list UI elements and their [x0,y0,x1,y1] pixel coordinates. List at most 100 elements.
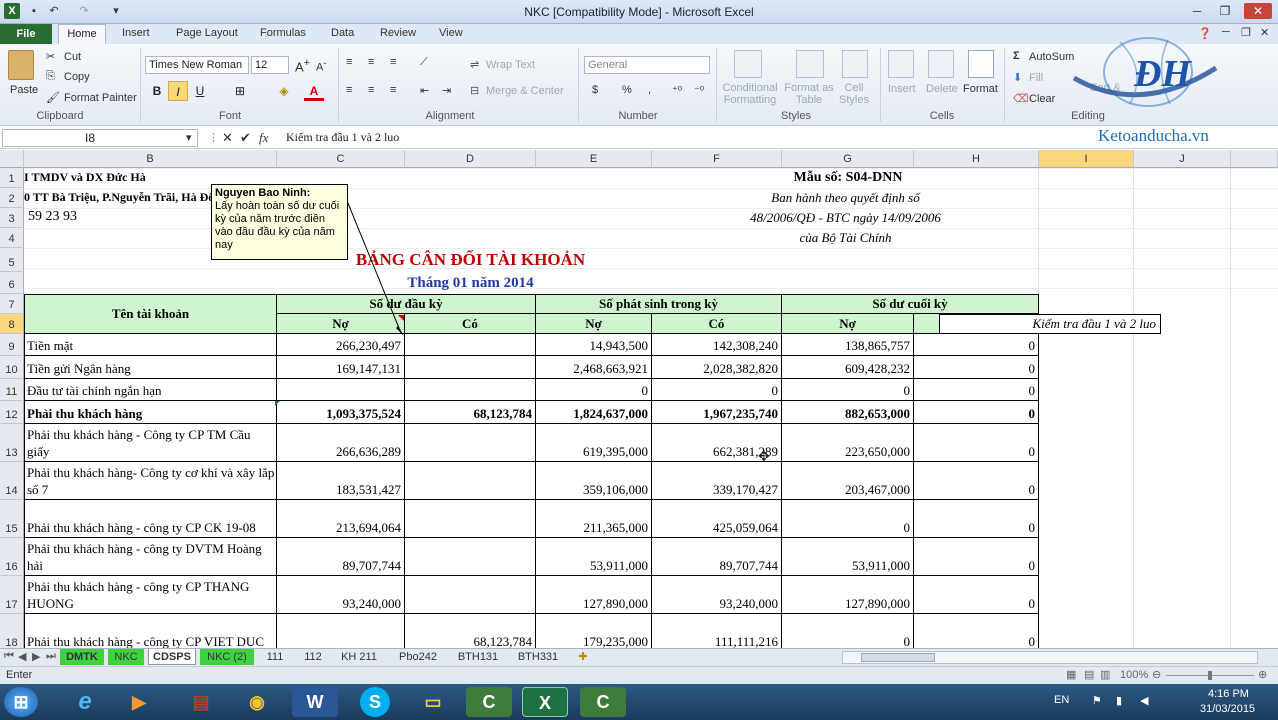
tray-flag-icon[interactable]: ⚑ [1092,694,1102,707]
last-sheet-icon[interactable]: ⏭ [46,650,56,663]
account-name-cell[interactable]: Phải thu khách hàng - công ty CP VIET DU… [24,614,277,648]
value-cell-c[interactable]: 1,093,375,524 [277,401,405,424]
value-cell-e[interactable]: 619,395,000 [536,424,652,462]
value-cell-g[interactable]: 223,650,000 [782,424,914,462]
winrar-icon[interactable]: ▤ [178,687,224,717]
conditional-formatting-icon[interactable] [734,50,762,78]
value-cell-f[interactable]: 2,028,382,820 [652,356,782,379]
restore-icon[interactable]: ❐ [1216,3,1234,19]
value-cell-h[interactable]: 0 [914,614,1039,648]
row-header[interactable]: 2 [0,188,24,208]
clear-icon[interactable]: ⌫ [1013,92,1029,105]
tab-insert[interactable]: Insert [122,27,150,39]
value-cell-d[interactable] [405,576,536,614]
first-sheet-icon[interactable]: ⏮ [4,650,14,663]
value-cell-e[interactable]: 53,911,000 [536,538,652,576]
conditional-formatting-button[interactable]: Conditional Formatting [722,82,778,106]
account-name-cell[interactable]: Phải thu khách hàng - Công ty CP TM Cầu … [24,424,277,462]
account-name-cell[interactable]: Đầu tư tài chính ngắn hạn [24,379,277,401]
percent-button[interactable]: % [622,84,632,96]
workbook-close-icon[interactable]: ✕ [1260,26,1269,39]
shrink-font-icon[interactable]: A- [316,58,326,74]
account-name-cell[interactable]: Phải thu khách hàng - công ty CP THANG H… [24,576,277,614]
sheet-tab-pbo242[interactable]: Pbo242 [390,649,446,665]
formula-input[interactable]: Kiểm tra đầu 1 và 2 luo [286,130,399,145]
name-box-dropdown-icon[interactable]: ▾ [186,131,192,144]
minimize-icon[interactable]: ─ [1188,3,1206,19]
font-size-select[interactable]: 12 [251,56,289,74]
row-header[interactable]: 12 [0,401,24,424]
value-cell-g[interactable]: 0 [782,500,914,538]
currency-button[interactable]: $ [592,84,598,96]
clear-button[interactable]: Clear [1029,93,1055,105]
column-header-j[interactable]: J [1134,150,1231,168]
row-header[interactable]: 11 [0,379,24,401]
row-header[interactable]: 7 [0,294,24,314]
align-bottom-icon[interactable]: ≡ [390,56,396,68]
cell-styles-button[interactable]: Cell Styles [836,82,872,106]
zoom-level[interactable]: 100% [1120,669,1148,681]
comma-button[interactable]: , [648,84,651,96]
row-header[interactable]: 14 [0,462,24,500]
tab-review[interactable]: Review [380,27,416,39]
value-cell-e[interactable]: 1,824,637,000 [536,401,652,424]
normal-view-icon[interactable]: ▦ [1066,668,1076,681]
fill-color-icon[interactable]: ◈ [274,81,294,101]
value-cell-h[interactable]: 0 [914,401,1039,424]
value-cell-f[interactable]: 93,240,000 [652,576,782,614]
cell-comment[interactable]: Nguyen Bao Ninh: Lấy hoàn toàn số dư cuố… [211,184,348,260]
value-cell-g[interactable]: 138,865,757 [782,334,914,356]
row-header[interactable]: 10 [0,356,24,379]
value-cell-f[interactable]: 111,111,216 [652,614,782,648]
value-cell-c[interactable]: 266,230,497 [277,334,405,356]
column-header-f[interactable]: F [652,150,782,168]
formula-options-icon[interactable]: ⋮ [208,131,219,144]
autosum-icon[interactable]: Σ [1013,50,1020,62]
column-header-g[interactable]: G [782,150,914,168]
align-center-icon[interactable]: ≡ [368,84,374,96]
fill-icon[interactable]: ⬇ [1013,71,1022,84]
copy-icon[interactable]: ⎘ [46,70,55,83]
underline-button[interactable]: U [190,81,210,101]
increase-indent-icon[interactable]: ⇥ [442,84,451,97]
value-cell-f[interactable]: 89,707,744 [652,538,782,576]
explorer-folder-icon[interactable]: ▭ [410,687,456,717]
clock-time[interactable]: 4:16 PM [1208,688,1249,700]
zoom-slider-thumb[interactable] [1208,671,1212,680]
row-header[interactable]: 4 [0,228,24,248]
sheet-tab-111[interactable]: 111 [258,649,292,665]
row-header[interactable]: 15 [0,500,24,538]
decrease-indent-icon[interactable]: ⇤ [420,84,429,97]
cell-styles-icon[interactable] [842,50,868,78]
tab-home[interactable]: Home [58,24,106,45]
confirm-entry-icon[interactable]: ✔ [240,130,251,146]
sheet-tab-112[interactable]: 112 [296,649,330,665]
wrap-text-button[interactable]: Wrap Text [486,59,535,71]
number-format-select[interactable]: General [584,56,710,74]
format-cells-button[interactable]: Format [963,83,998,95]
page-break-view-icon[interactable]: ▥ [1100,668,1110,681]
account-name-cell[interactable]: Tiền gửi Ngân hàng [24,356,277,379]
font-color-icon[interactable]: A [304,81,324,101]
value-cell-d[interactable] [405,424,536,462]
column-header-h[interactable]: H [914,150,1039,168]
row-header[interactable]: 5 [0,248,24,272]
align-middle-icon[interactable]: ≡ [368,56,374,68]
close-icon[interactable]: ✕ [1244,3,1272,19]
value-cell-h[interactable]: 0 [914,356,1039,379]
paste-icon[interactable] [8,50,34,80]
value-cell-c[interactable]: 169,147,131 [277,356,405,379]
sheet-tab-kh211[interactable]: KH 211 [334,649,384,665]
value-cell-g[interactable]: 0 [782,614,914,648]
wrap-text-icon[interactable]: ⇌ [470,58,479,71]
format-painter-icon[interactable]: 🖌 [46,91,60,104]
merge-icon[interactable]: ⊟ [470,84,479,97]
value-cell-e[interactable]: 14,943,500 [536,334,652,356]
insert-function-button[interactable]: fx [259,130,268,146]
value-cell-e[interactable]: 359,106,000 [536,462,652,500]
tray-network-icon[interactable]: ▮ [1116,694,1122,707]
value-cell-c[interactable]: 213,694,064 [277,500,405,538]
account-name-cell[interactable]: Phải thu khách hàng- Công ty cơ khí và x… [24,462,277,500]
format-as-table-icon[interactable] [796,50,824,78]
row-header[interactable]: 18 [0,614,24,648]
